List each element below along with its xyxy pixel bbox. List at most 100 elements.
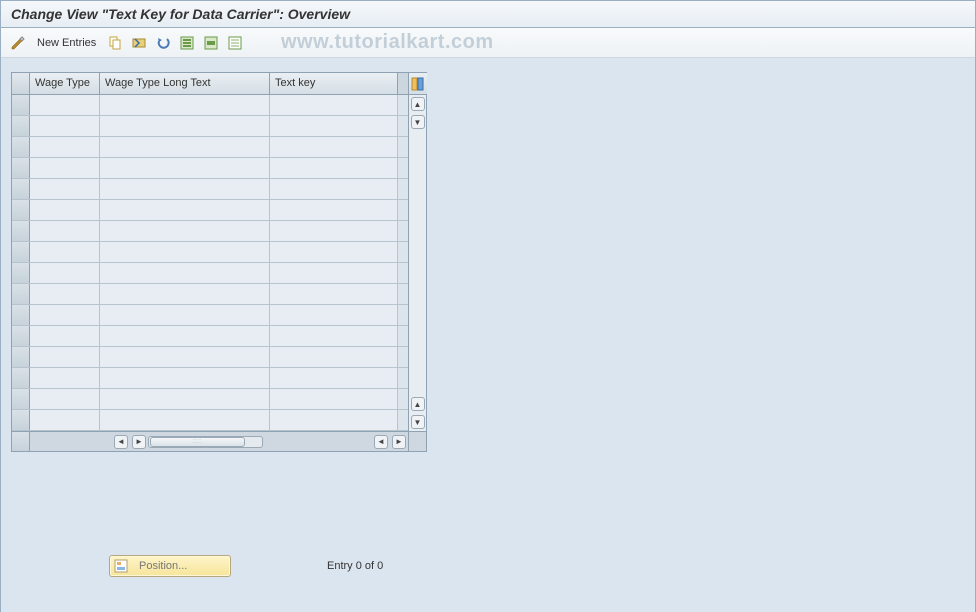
cell-wage-type-long-text[interactable] <box>100 179 270 199</box>
table-row <box>12 221 408 242</box>
cell-text-key[interactable] <box>270 389 398 409</box>
cell-wage-type-long-text[interactable] <box>100 389 270 409</box>
cell-text-key[interactable] <box>270 116 398 136</box>
new-entries-button[interactable]: New Entries <box>33 35 100 51</box>
scroll-right-end-icon[interactable]: ► <box>392 435 406 449</box>
cell-wage-type[interactable] <box>30 221 100 241</box>
cell-wage-type[interactable] <box>30 179 100 199</box>
row-selector[interactable] <box>12 179 30 199</box>
table-row <box>12 284 408 305</box>
table-row <box>12 95 408 116</box>
position-label: Position... <box>139 560 187 572</box>
cell-text-key[interactable] <box>270 242 398 262</box>
cell-wage-type[interactable] <box>30 158 100 178</box>
cell-wage-type-long-text[interactable] <box>100 200 270 220</box>
row-selector[interactable] <box>12 221 30 241</box>
cell-wage-type-long-text[interactable] <box>100 368 270 388</box>
horizontal-scrollbar[interactable]: ◄ ► ::: ◄ ► <box>12 431 426 451</box>
cell-wage-type-long-text[interactable] <box>100 284 270 304</box>
cell-wage-type[interactable] <box>30 116 100 136</box>
scroll-up-bottom-icon[interactable]: ▲ <box>411 397 425 411</box>
cell-wage-type-long-text[interactable] <box>100 95 270 115</box>
col-text-key[interactable]: Text key <box>270 73 398 94</box>
cell-wage-type-long-text[interactable] <box>100 158 270 178</box>
row-selector[interactable] <box>12 326 30 346</box>
cell-text-key[interactable] <box>270 158 398 178</box>
cell-wage-type[interactable] <box>30 137 100 157</box>
cell-wage-type-long-text[interactable] <box>100 326 270 346</box>
delete-icon[interactable] <box>130 34 148 52</box>
cell-wage-type[interactable] <box>30 305 100 325</box>
cell-wage-type-long-text[interactable] <box>100 347 270 367</box>
cell-wage-type[interactable] <box>30 410 100 430</box>
row-selector[interactable] <box>12 263 30 283</box>
cell-text-key[interactable] <box>270 368 398 388</box>
cell-wage-type-long-text[interactable] <box>100 242 270 262</box>
row-selector[interactable] <box>12 305 30 325</box>
col-wage-type-long-text[interactable]: Wage Type Long Text <box>100 73 270 94</box>
cell-text-key[interactable] <box>270 410 398 430</box>
cell-wage-type[interactable] <box>30 200 100 220</box>
scroll-down-icon[interactable]: ▼ <box>411 115 425 129</box>
row-selector[interactable] <box>12 200 30 220</box>
row-selector[interactable] <box>12 368 30 388</box>
copy-icon[interactable] <box>106 34 124 52</box>
col-wage-type[interactable]: Wage Type <box>30 73 100 94</box>
table-settings-icon[interactable] <box>409 73 427 95</box>
cell-wage-type-long-text[interactable] <box>100 410 270 430</box>
cell-text-key[interactable] <box>270 263 398 283</box>
scroll-down-bottom-icon[interactable]: ▼ <box>411 415 425 429</box>
cell-wage-type[interactable] <box>30 284 100 304</box>
cell-text-key[interactable] <box>270 179 398 199</box>
watermark-text: www.tutorialkart.com <box>281 31 494 54</box>
toggle-display-change-icon[interactable] <box>9 34 27 52</box>
cell-wage-type[interactable] <box>30 242 100 262</box>
cell-text-key[interactable] <box>270 221 398 241</box>
row-selector[interactable] <box>12 347 30 367</box>
select-block-icon[interactable] <box>202 34 220 52</box>
cell-wage-type[interactable] <box>30 389 100 409</box>
cell-wage-type-long-text[interactable] <box>100 116 270 136</box>
cell-wage-type[interactable] <box>30 326 100 346</box>
row-selector[interactable] <box>12 137 30 157</box>
vertical-scrollbar[interactable]: ▲ ▼ ▲ ▼ <box>408 73 426 431</box>
scroll-left-start-icon[interactable]: ◄ <box>114 435 128 449</box>
cell-text-key[interactable] <box>270 137 398 157</box>
cell-text-key[interactable] <box>270 347 398 367</box>
deselect-all-icon[interactable] <box>226 34 244 52</box>
select-all-icon[interactable] <box>178 34 196 52</box>
position-button[interactable]: Position... <box>109 555 231 577</box>
cell-text-key[interactable] <box>270 95 398 115</box>
row-selector[interactable] <box>12 95 30 115</box>
row-selector[interactable] <box>12 410 30 430</box>
entry-count-text: Entry 0 of 0 <box>327 560 383 572</box>
row-selector[interactable] <box>12 242 30 262</box>
undo-icon[interactable] <box>154 34 172 52</box>
cell-wage-type[interactable] <box>30 263 100 283</box>
table-header: Wage Type Wage Type Long Text Text key <box>12 73 408 95</box>
row-selector[interactable] <box>12 389 30 409</box>
cell-text-key[interactable] <box>270 326 398 346</box>
cell-wage-type-long-text[interactable] <box>100 221 270 241</box>
cell-text-key[interactable] <box>270 200 398 220</box>
select-all-rows[interactable] <box>12 73 30 94</box>
scroll-right-step-icon[interactable]: ► <box>132 435 146 449</box>
cell-wage-type-long-text[interactable] <box>100 263 270 283</box>
table-row <box>12 410 408 431</box>
cell-wage-type[interactable] <box>30 368 100 388</box>
table-row <box>12 116 408 137</box>
cell-wage-type-long-text[interactable] <box>100 137 270 157</box>
table-body <box>12 95 408 431</box>
hscroll-thumb[interactable]: ::: <box>150 437 245 447</box>
scroll-up-icon[interactable]: ▲ <box>411 97 425 111</box>
row-selector[interactable] <box>12 284 30 304</box>
table-row <box>12 263 408 284</box>
row-selector[interactable] <box>12 116 30 136</box>
cell-wage-type[interactable] <box>30 347 100 367</box>
cell-text-key[interactable] <box>270 284 398 304</box>
row-selector[interactable] <box>12 158 30 178</box>
cell-text-key[interactable] <box>270 305 398 325</box>
cell-wage-type[interactable] <box>30 95 100 115</box>
cell-wage-type-long-text[interactable] <box>100 305 270 325</box>
scroll-left-end-icon[interactable]: ◄ <box>374 435 388 449</box>
